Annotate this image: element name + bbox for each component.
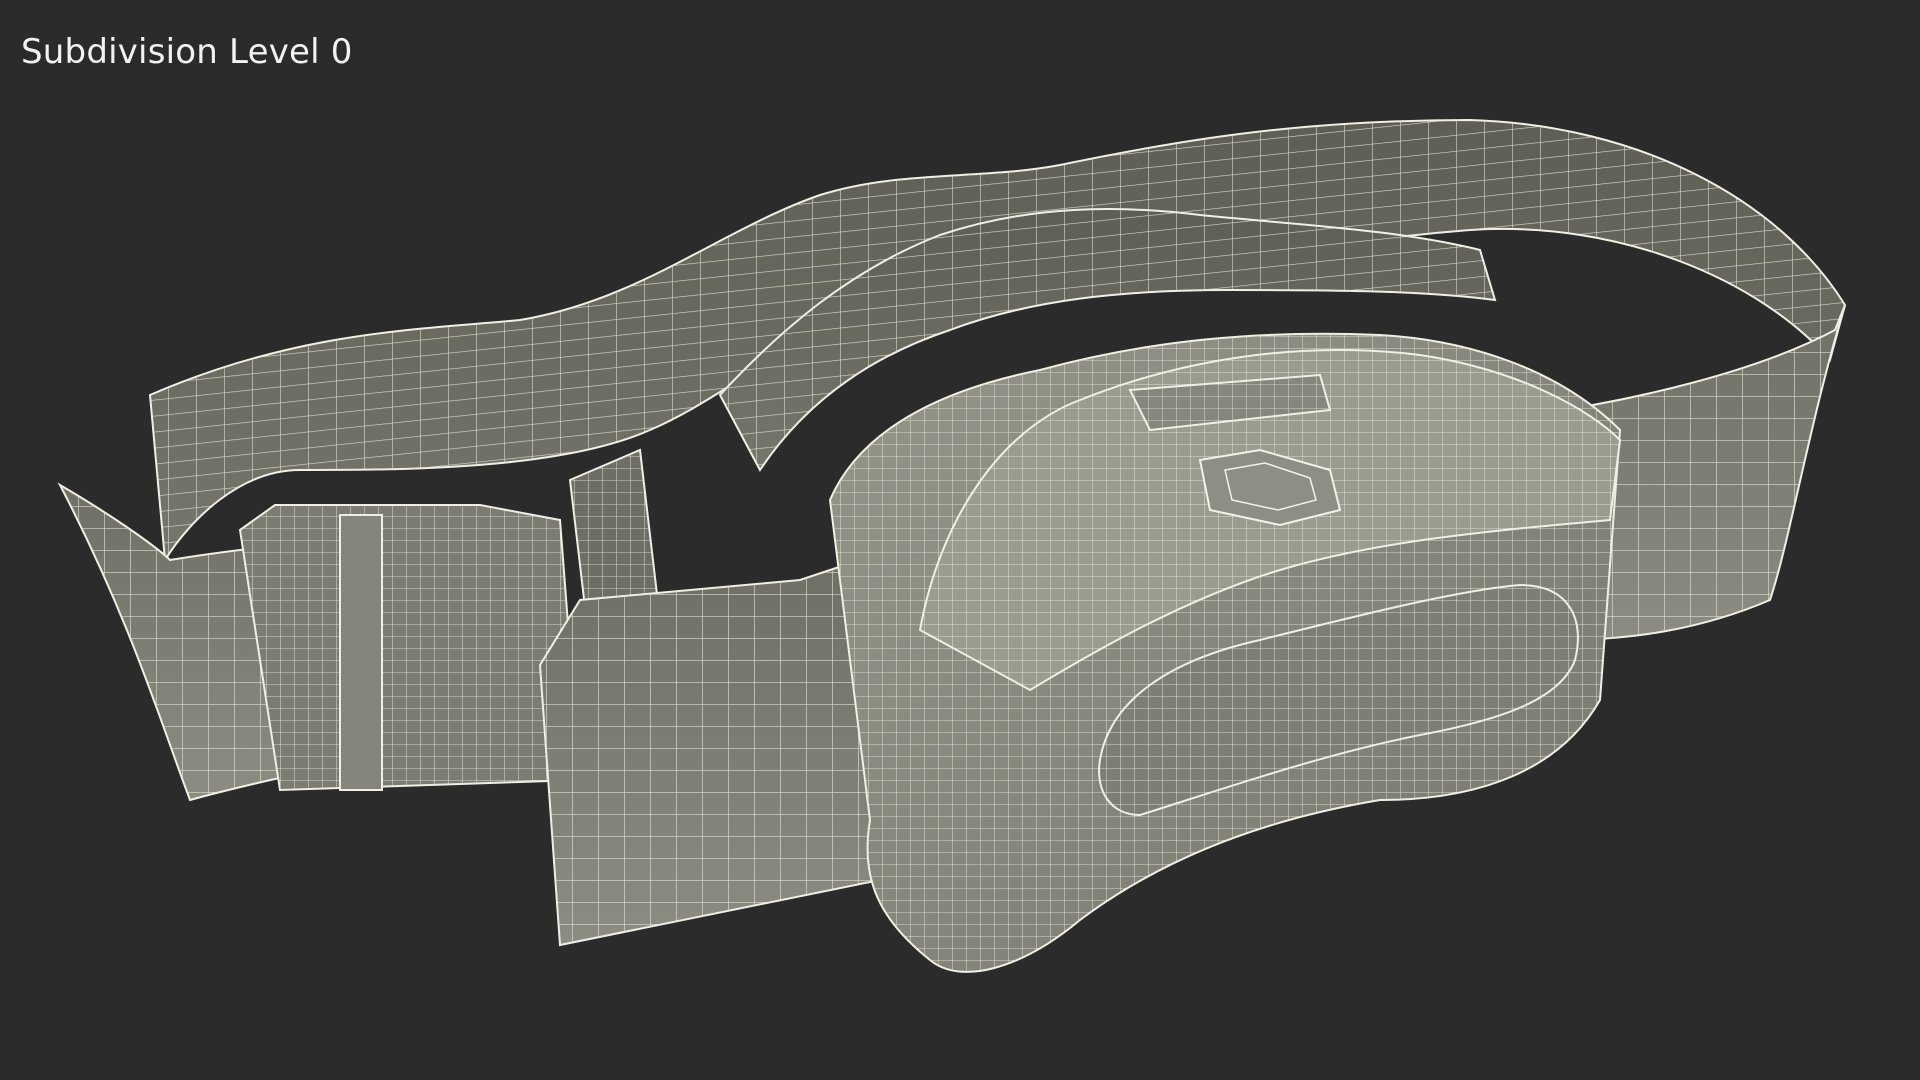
- wireframe-render: [57, 118, 1847, 973]
- subdivision-level-label: Subdivision Level 0: [21, 32, 353, 72]
- belt-front-strap: [538, 558, 882, 947]
- render-viewport: Subdivision Level 0: [0, 0, 1920, 1080]
